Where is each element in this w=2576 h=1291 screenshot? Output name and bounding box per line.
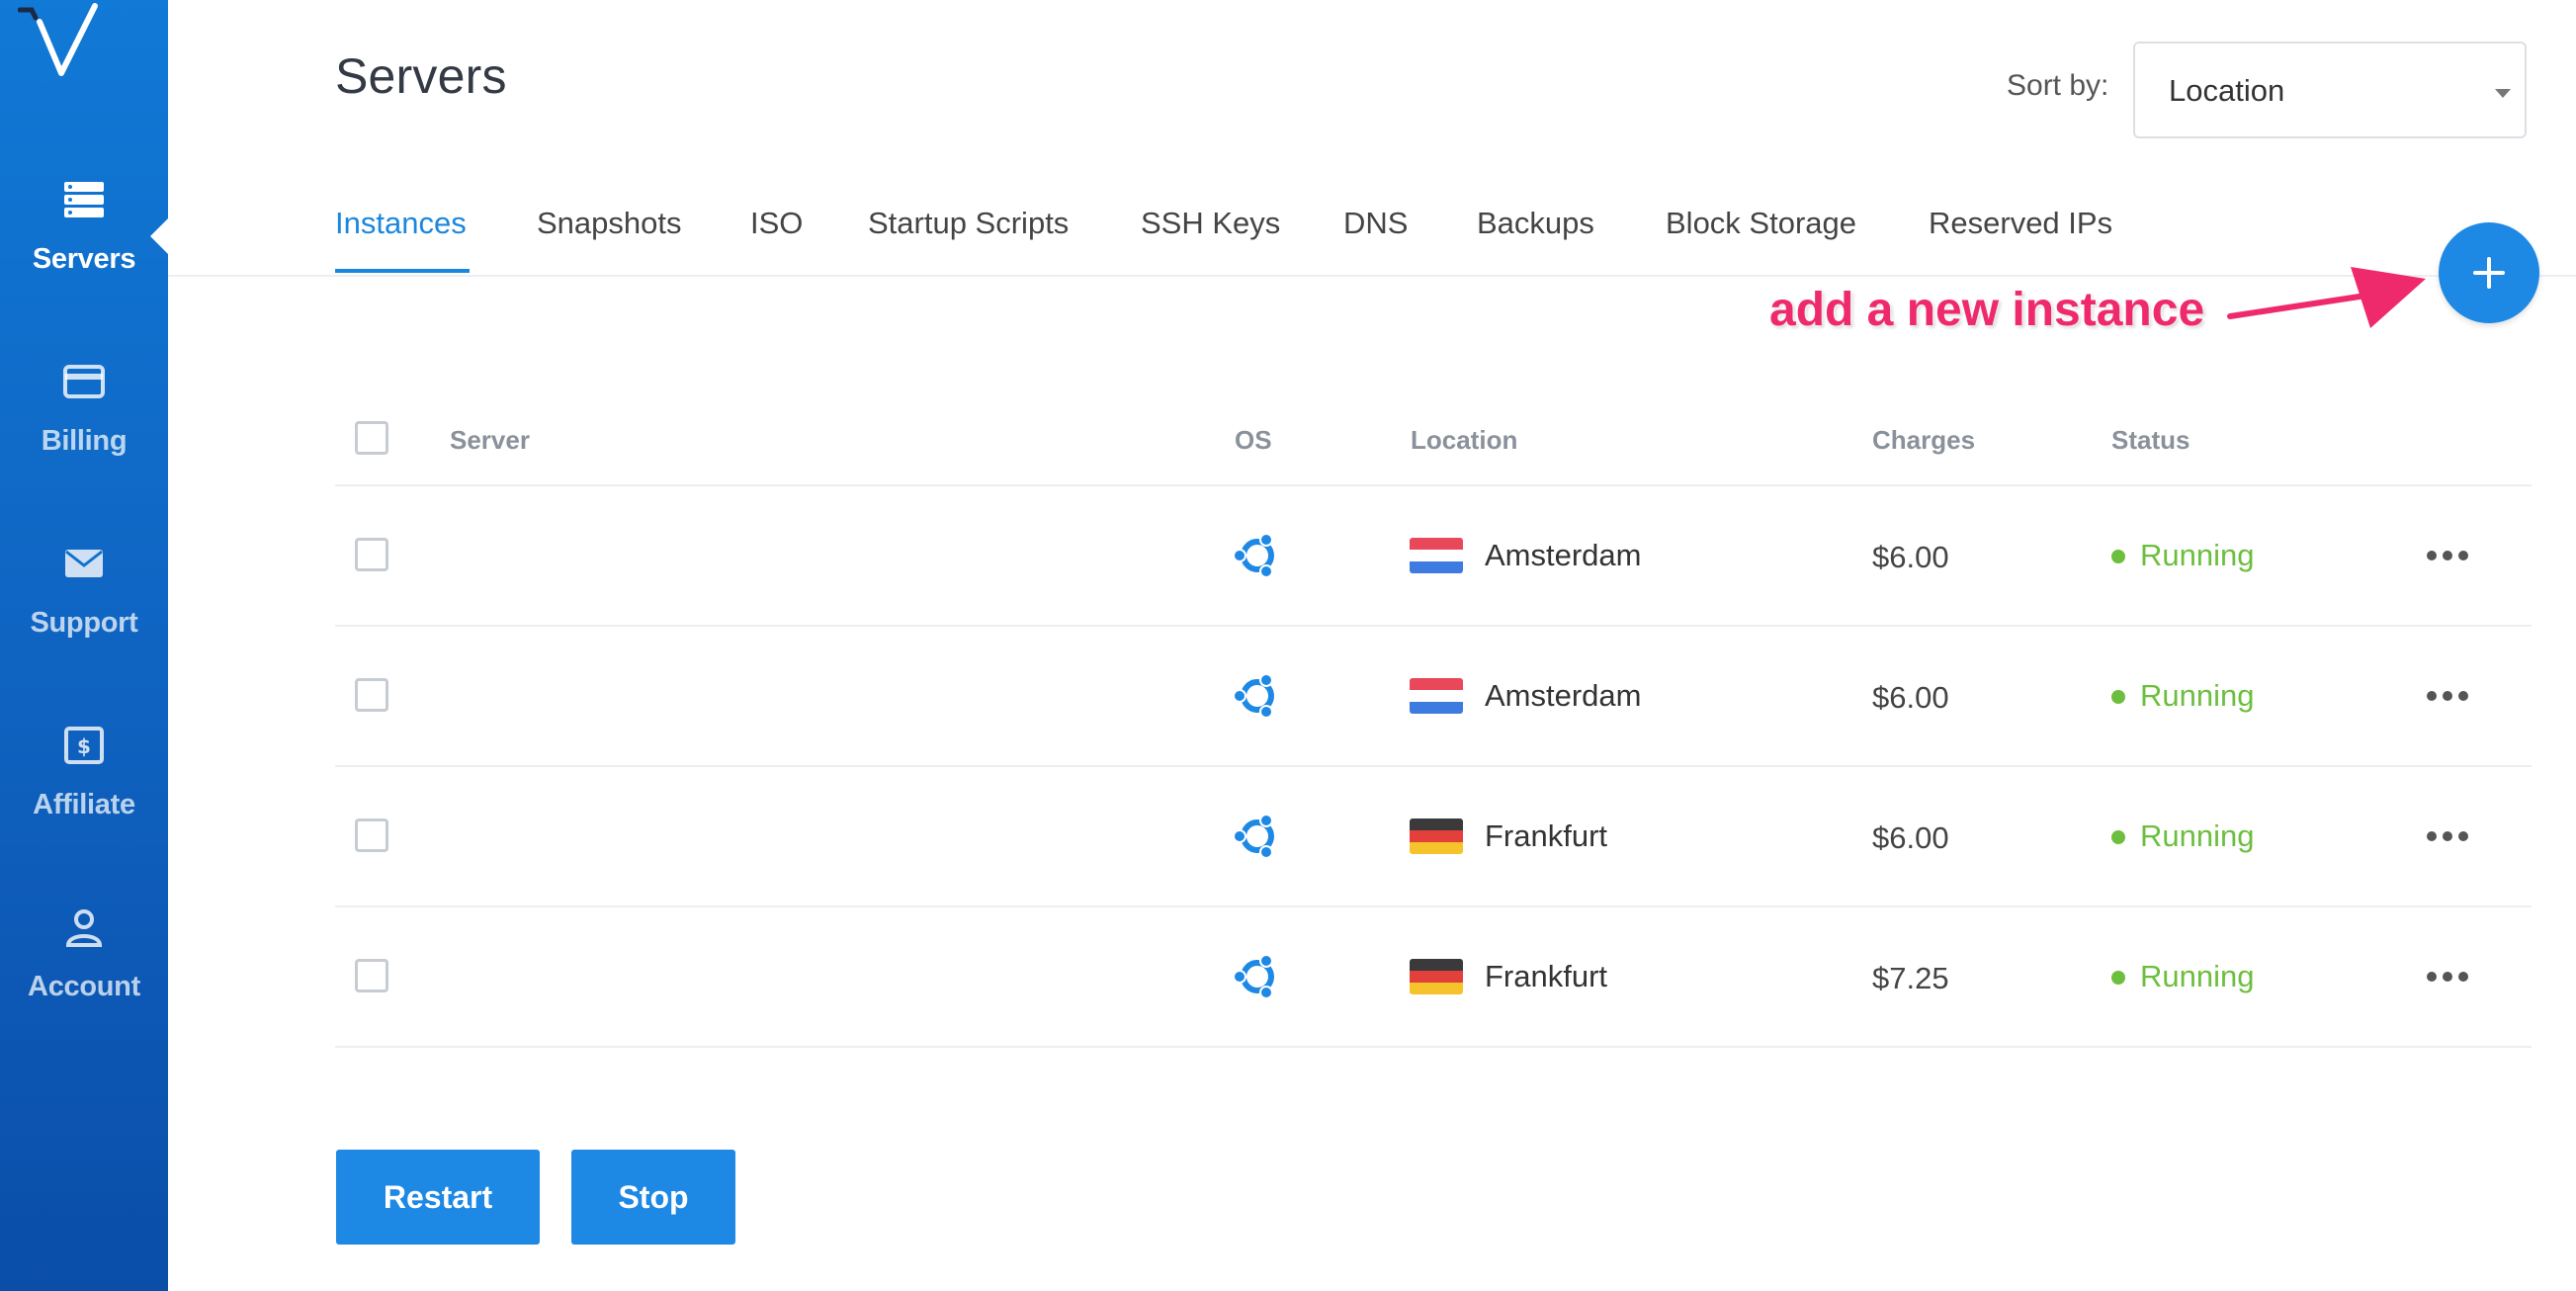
user-icon	[65, 909, 103, 947]
charges-value: $7.25	[1872, 961, 1949, 995]
row-checkbox[interactable]	[355, 538, 388, 571]
tab-block-storage[interactable]: Block Storage	[1666, 206, 1856, 241]
credit-card-icon	[63, 365, 105, 398]
page-title: Servers	[335, 48, 507, 104]
status-dot-icon	[2111, 971, 2125, 985]
sidebar-item-label: Servers	[32, 243, 136, 275]
ubuntu-icon	[1233, 673, 1274, 719]
tab-dns[interactable]: DNS	[1343, 206, 1408, 241]
row-checkbox[interactable]	[355, 818, 388, 852]
more-options-icon[interactable]	[2427, 546, 2470, 565]
sidebar: Servers Billing Support $ Affiliate Acco…	[0, 0, 168, 1291]
active-nav-pointer	[150, 218, 168, 254]
ubuntu-icon	[1233, 533, 1274, 578]
column-header-os[interactable]: OS	[1235, 425, 1272, 456]
sort-select[interactable]: Location	[2133, 42, 2527, 138]
restart-button[interactable]: Restart	[336, 1150, 540, 1245]
svg-text:$: $	[77, 734, 91, 758]
column-header-charges[interactable]: Charges	[1872, 425, 1975, 456]
sidebar-item-label: Support	[30, 607, 138, 639]
status-badge: Running	[2140, 678, 2255, 713]
status-badge: Running	[2140, 818, 2255, 853]
column-header-server[interactable]: Server	[450, 425, 530, 456]
ubuntu-icon	[1233, 954, 1274, 999]
ubuntu-icon	[1233, 814, 1274, 859]
tab-iso[interactable]: ISO	[750, 206, 803, 241]
more-options-icon[interactable]	[2427, 826, 2470, 846]
sort-label: Sort by:	[2007, 69, 2109, 102]
plus-icon-vertical	[2487, 257, 2491, 289]
status-dot-icon	[2111, 550, 2125, 563]
location-name: Amsterdam	[1485, 538, 1642, 572]
select-all-checkbox[interactable]	[355, 421, 388, 455]
table-row[interactable]: Amsterdam $6.00 Running	[335, 486, 2532, 627]
sidebar-item-label: Billing	[41, 425, 128, 457]
sidebar-item-billing[interactable]: Billing	[0, 360, 168, 508]
sidebar-item-support[interactable]: Support	[0, 542, 168, 690]
tab-instances[interactable]: Instances	[335, 206, 467, 241]
tab-startup-scripts[interactable]: Startup Scripts	[868, 206, 1069, 241]
status-dot-icon	[2111, 830, 2125, 844]
annotation-label: add a new instance	[1769, 284, 2205, 336]
tab-reserved-ips[interactable]: Reserved IPs	[1929, 206, 2112, 241]
charges-value: $6.00	[1872, 820, 1949, 855]
netherlands-flag-icon	[1410, 678, 1463, 714]
stop-button[interactable]: Stop	[571, 1150, 735, 1245]
tab-ssh-keys[interactable]: SSH Keys	[1141, 206, 1280, 241]
active-tab-indicator	[335, 269, 470, 273]
tab-backups[interactable]: Backups	[1477, 206, 1594, 241]
status-badge: Running	[2140, 538, 2255, 572]
charges-value: $6.00	[1872, 540, 1949, 574]
table-row[interactable]: Amsterdam $6.00 Running	[335, 627, 2532, 767]
table-row[interactable]: Frankfurt $7.25 Running	[335, 907, 2532, 1048]
netherlands-flag-icon	[1410, 538, 1463, 573]
sidebar-item-affiliate[interactable]: $ Affiliate	[0, 724, 168, 872]
status-dot-icon	[2111, 690, 2125, 704]
column-header-location[interactable]: Location	[1411, 425, 1517, 456]
location-name: Frankfurt	[1485, 959, 1608, 993]
envelope-icon	[65, 550, 103, 577]
status-badge: Running	[2140, 959, 2255, 993]
more-options-icon[interactable]	[2427, 967, 2470, 987]
more-options-icon[interactable]	[2427, 686, 2470, 706]
annotation-arrow-icon	[2227, 267, 2426, 328]
sidebar-item-servers[interactable]: Servers	[0, 178, 168, 326]
table-row[interactable]: Frankfurt $6.00 Running	[335, 767, 2532, 907]
sidebar-item-label: Affiliate	[33, 789, 135, 820]
divider	[168, 275, 2576, 277]
server-stack-icon	[64, 182, 104, 217]
add-instance-button[interactable]	[2439, 222, 2539, 323]
location-name: Amsterdam	[1485, 678, 1642, 713]
sidebar-item-label: Account	[28, 971, 140, 1002]
charges-value: $6.00	[1872, 680, 1949, 715]
dollar-bill-icon: $	[64, 727, 104, 764]
divider	[335, 1046, 2532, 1048]
sidebar-item-account[interactable]: Account	[0, 905, 168, 1054]
column-header-status[interactable]: Status	[2111, 425, 2190, 456]
germany-flag-icon	[1410, 959, 1463, 994]
germany-flag-icon	[1410, 818, 1463, 854]
row-checkbox[interactable]	[355, 678, 388, 712]
chevron-down-icon	[2495, 89, 2511, 98]
row-checkbox[interactable]	[355, 959, 388, 992]
tab-snapshots[interactable]: Snapshots	[537, 206, 682, 241]
sort-select-value: Location	[2169, 73, 2285, 108]
vultr-logo[interactable]	[18, 0, 107, 79]
location-name: Frankfurt	[1485, 818, 1608, 853]
